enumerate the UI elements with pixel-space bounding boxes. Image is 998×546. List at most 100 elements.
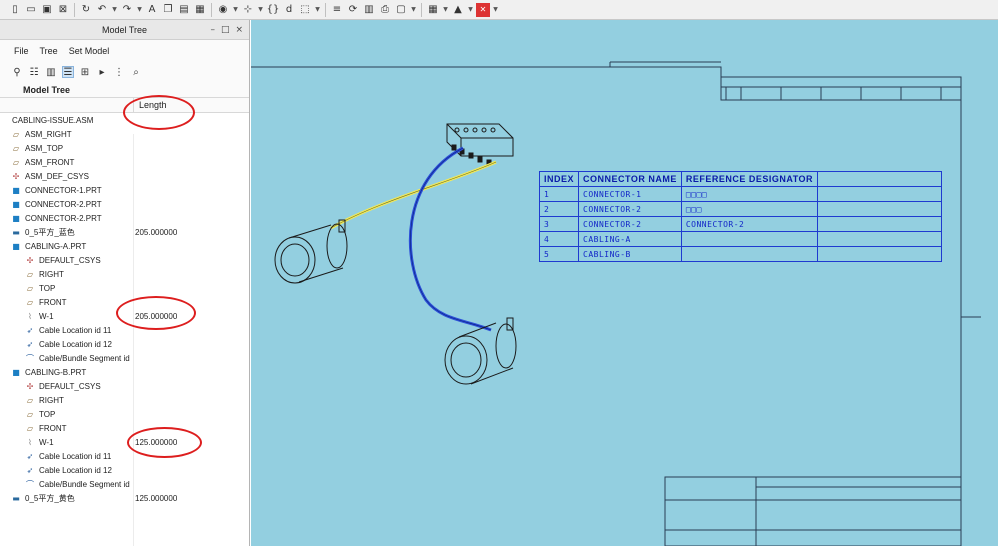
- print-icon[interactable]: ⎙: [378, 3, 392, 17]
- header-index: INDEX: [538, 171, 580, 187]
- tree-row[interactable]: ▱ FRONT: [0, 422, 249, 436]
- tree-row[interactable]: ✣ DEFAULT_CSYS: [0, 380, 249, 394]
- tree-row[interactable]: ▱ RIGHT: [0, 394, 249, 408]
- highlight-icon[interactable]: ⌕: [130, 66, 142, 78]
- close-window-icon[interactable]: ⊠: [56, 3, 70, 17]
- copy-icon[interactable]: ❐: [161, 3, 175, 17]
- tree-row-label: W-1: [39, 312, 54, 321]
- highlight-ellipse-length-header: [123, 95, 195, 130]
- cable-segment-icon: ⌒: [26, 480, 34, 489]
- part-icon: ■: [12, 368, 20, 377]
- tree-row[interactable]: ➶ Cable Location id 11: [0, 324, 249, 338]
- blue-cable: [408, 146, 492, 332]
- close-icon[interactable]: ×: [235, 20, 243, 40]
- tree-row[interactable]: ▱ TOP: [0, 408, 249, 422]
- tree-row[interactable]: ⌒ Cable/Bundle Segment id: [0, 478, 249, 492]
- tree-row[interactable]: ✣ DEFAULT_CSYS: [0, 254, 249, 268]
- maximize-icon[interactable]: □: [221, 20, 230, 40]
- tree-row-label: DEFAULT_CSYS: [39, 256, 101, 265]
- tree-row[interactable]: ▱ TOP: [0, 282, 249, 296]
- cell-index: 3: [538, 216, 580, 232]
- tree-settings-icon[interactable]: ☷: [28, 66, 40, 78]
- tree-row[interactable]: ⌇ W-1 125.000000: [0, 436, 249, 450]
- layer-tree-icon[interactable]: ⋮: [113, 66, 125, 78]
- window-icon[interactable]: ▢: [394, 3, 408, 17]
- tree-row[interactable]: ⌒ Cable/Bundle Segment id: [0, 352, 249, 366]
- save-icon[interactable]: ▣: [40, 3, 54, 17]
- text-icon[interactable]: A: [145, 3, 159, 17]
- toolbar-separator: [211, 2, 212, 17]
- part-icon: ■: [12, 242, 20, 251]
- chevron-down-icon[interactable]: ▼: [467, 3, 474, 17]
- menu-set-model[interactable]: Set Model: [69, 46, 110, 56]
- tree-row-label: ASM_FRONT: [25, 158, 75, 167]
- chevron-down-icon[interactable]: ▼: [442, 3, 449, 17]
- tree-row[interactable]: ➶ Cable Location id 11: [0, 450, 249, 464]
- chevron-down-icon[interactable]: ▼: [232, 3, 239, 17]
- tree-row[interactable]: ▱ ASM_FRONT: [0, 156, 249, 170]
- tree-row[interactable]: ■ CONNECTOR-2.PRT: [0, 198, 249, 212]
- tree-row-label: 0_5平方_黄色: [25, 494, 75, 503]
- main-toolbar: ▯ ▭ ▣ ⊠ ↻ ↶ ▼ ↷ ▼ A ❐ ▤ ▦ ◉ ▼ ⊹ ▼{} d ⬚ ▼ ≡ ⟳ ▥ ⎙ ▢ ▼ ▦ ▼ ▲ ▼ ✕ ▼: [0, 0, 998, 20]
- new-icon[interactable]: ▯: [8, 3, 22, 17]
- close-icon[interactable]: ✕: [476, 2, 490, 17]
- grid-icon[interactable]: ▦: [426, 3, 440, 17]
- chevron-down-icon[interactable]: ▼: [314, 3, 321, 17]
- format-icon[interactable]: ▲: [451, 3, 465, 17]
- dimension-icon[interactable]: d: [282, 3, 296, 17]
- redo-icon[interactable]: ↷: [120, 3, 134, 17]
- tree-row[interactable]: ✣ ASM_DEF_CSYS: [0, 170, 249, 184]
- tree-row[interactable]: ■ CABLING-A.PRT: [0, 240, 249, 254]
- columns-icon[interactable]: ▥: [45, 66, 57, 78]
- datum-plane-icon: ▱: [26, 410, 34, 419]
- tree-row[interactable]: ■ CONNECTOR-1.PRT: [0, 184, 249, 198]
- cable-location-icon: ➶: [26, 452, 34, 461]
- cell-connector-name: CONNECTOR-1: [578, 186, 682, 202]
- datum-plane-icon: ▱: [26, 284, 34, 293]
- tree-row[interactable]: ▬ 0_5平方_蓝色 205.000000: [0, 226, 249, 240]
- chevron-down-icon[interactable]: ▼: [111, 3, 118, 17]
- chevron-down-icon[interactable]: ▼: [136, 3, 143, 17]
- tree-row-label: ASM_RIGHT: [25, 130, 72, 139]
- csys-icon: ✣: [26, 382, 34, 391]
- view-icon[interactable]: ◉: [216, 3, 230, 17]
- header-blank: [817, 171, 943, 187]
- datum-icon[interactable]: ⊹: [241, 3, 255, 17]
- tree-row[interactable]: ■ CONNECTOR-2.PRT: [0, 212, 249, 226]
- chevron-down-icon[interactable]: ▼: [492, 3, 499, 17]
- tree-row[interactable]: ➶ Cable Location id 12: [0, 338, 249, 352]
- tree-row[interactable]: ▬ 0_5平方_黄色 125.000000: [0, 492, 249, 506]
- braces-icon[interactable]: {}: [266, 3, 280, 17]
- tree-row-label: Cable Location id 11: [39, 326, 112, 335]
- save-copy-icon[interactable]: ▥: [362, 3, 376, 17]
- repaint-icon[interactable]: ⟳: [346, 3, 360, 17]
- minimize-icon[interactable]: –: [210, 20, 215, 40]
- tree-row[interactable]: ▱ ASM_RIGHT: [0, 128, 249, 142]
- tree-row[interactable]: ▱ ASM_TOP: [0, 142, 249, 156]
- select-icon[interactable]: ⬚: [298, 3, 312, 17]
- paste-special-icon[interactable]: ▦: [193, 3, 207, 17]
- regenerate-icon[interactable]: ↻: [79, 3, 93, 17]
- show-icon[interactable]: ▸: [96, 66, 108, 78]
- tree-row[interactable]: ➶ Cable Location id 12: [0, 464, 249, 478]
- menu-tree[interactable]: Tree: [40, 46, 58, 56]
- tree-row[interactable]: ■ CABLING-B.PRT: [0, 366, 249, 380]
- find-icon[interactable]: ⚲: [11, 66, 23, 78]
- tree-row[interactable]: ▱ RIGHT: [0, 268, 249, 282]
- layer-icon[interactable]: ≡: [330, 3, 344, 17]
- menu-file[interactable]: File: [14, 46, 29, 56]
- cell-blank: [817, 216, 943, 232]
- drawing-canvas[interactable]: INDEX CONNECTOR NAME REFERENCE DESIGNATO…: [251, 20, 998, 546]
- chevron-down-icon[interactable]: ▼: [410, 3, 417, 17]
- table-body: 1 CONNECTOR-1 □□□□ 2 CONNECTOR-2 □□□ 3 CONNECTO…: [538, 186, 943, 262]
- tree-row-label: Cable Location id 11: [39, 452, 112, 461]
- expand-icon[interactable]: ⊞: [79, 66, 91, 78]
- chevron-down-icon[interactable]: ▼: [257, 3, 264, 17]
- datum-plane-icon: ▱: [26, 270, 34, 279]
- tree-filter-icon[interactable]: ☰: [62, 66, 74, 78]
- wire-icon: ⌇: [28, 438, 32, 447]
- model-tree-panel: Model Tree – □ × File Tree Set Model ⚲ ☷…: [0, 20, 250, 546]
- undo-icon[interactable]: ↶: [95, 3, 109, 17]
- paste-icon[interactable]: ▤: [177, 3, 191, 17]
- open-icon[interactable]: ▭: [24, 3, 38, 17]
